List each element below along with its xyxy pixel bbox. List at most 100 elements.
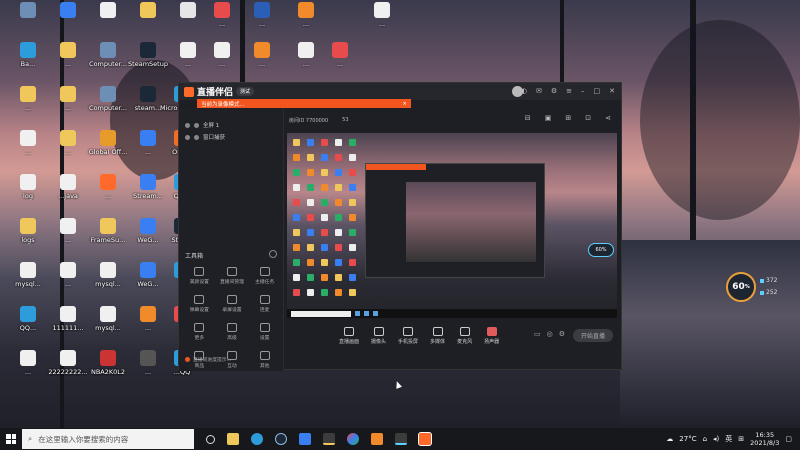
tool-item[interactable]: 录屏设置	[216, 295, 249, 313]
file-explorer-icon[interactable]	[227, 433, 239, 445]
store-icon[interactable]	[299, 433, 311, 445]
input-method-icon[interactable]: ⊞	[738, 435, 744, 443]
desktop-icon[interactable]: 22222222...	[46, 350, 90, 388]
skin-icon[interactable]: ◐	[521, 87, 527, 95]
close-icon[interactable]: ✕	[609, 87, 615, 95]
desktop-icon[interactable]: logs	[6, 218, 50, 256]
desktop-icon[interactable]: ...	[6, 350, 50, 388]
folder-icon[interactable]	[323, 433, 335, 445]
java-icon[interactable]	[395, 433, 407, 445]
gift-icon[interactable]: ⊞	[565, 114, 571, 122]
desktop-icon[interactable]	[126, 2, 170, 40]
layout-icon[interactable]: ▣	[545, 114, 552, 122]
tool-item[interactable]: 美颜设置	[183, 267, 216, 285]
desktop-icon[interactable]: ...	[6, 86, 50, 124]
notification-icon[interactable]: ▢	[785, 435, 792, 443]
share-icon[interactable]: ⋖	[605, 114, 611, 122]
desktop-icon[interactable]: SteamSetup	[126, 42, 170, 80]
task-view-icon[interactable]	[206, 434, 215, 444]
app-icon[interactable]	[347, 433, 359, 445]
lock-icon[interactable]	[194, 122, 199, 128]
network-icon[interactable]: ⌂	[703, 435, 707, 443]
tool-item[interactable]: 连麦	[248, 295, 281, 313]
volume-icon[interactable]: ◂)	[713, 435, 719, 443]
toolbox-more-icon[interactable]	[269, 250, 277, 258]
desktop-icon[interactable]: NBA2K0L2	[86, 350, 130, 388]
start-button[interactable]	[0, 428, 22, 450]
desktop-icon[interactable]: Computer...	[86, 42, 130, 80]
source-control[interactable]: 多媒体	[430, 327, 445, 345]
desktop-icon[interactable]: ...	[360, 2, 404, 40]
source-control[interactable]: 直播画面	[339, 327, 359, 345]
desktop-icon[interactable]: FrameSu...	[86, 218, 130, 256]
taskbar-search[interactable]: ⌕ 在这里输入你要搜索的内容	[22, 429, 194, 449]
live-app-icon[interactable]	[371, 433, 383, 445]
minimize-icon[interactable]: –	[581, 87, 585, 95]
desktop-icon[interactable]: ...	[46, 86, 90, 124]
tool-item[interactable]: 更多	[183, 323, 216, 341]
visibility-icon[interactable]	[185, 134, 190, 140]
notice-close-icon[interactable]: ×	[402, 101, 407, 107]
settings-icon[interactable]: ⚙	[551, 87, 557, 95]
desktop-icon[interactable]: ...	[46, 130, 90, 168]
desktop-icon[interactable]: ...	[284, 2, 328, 40]
performance-gauge[interactable]: 60% 372 252	[726, 272, 800, 302]
desktop-icon[interactable]: Computer...	[86, 86, 130, 124]
lock-icon[interactable]: ⊟	[525, 114, 531, 122]
desktop-icon[interactable]	[46, 2, 90, 40]
source-control[interactable]: 摄像头	[371, 327, 386, 345]
desktop-icon[interactable]: ...	[86, 174, 130, 212]
source-control[interactable]: 麦克风	[457, 327, 472, 345]
desktop-icon[interactable]: ...	[46, 262, 90, 300]
desktop-icon[interactable]: ...	[46, 42, 90, 80]
desktop-icon[interactable]: ...	[200, 42, 244, 80]
clock[interactable]: 16:35 2021/8/3	[750, 431, 779, 447]
desktop-icon[interactable]: Ba...	[6, 42, 50, 80]
desktop-icon[interactable]: QQ...	[6, 306, 50, 344]
language-indicator[interactable]: 英	[725, 434, 732, 444]
maximize-icon[interactable]: □	[594, 87, 601, 95]
desktop-icon[interactable]: ...	[46, 218, 90, 256]
desktop-icon[interactable]: ...java	[46, 174, 90, 212]
desktop-icon[interactable]	[86, 2, 130, 40]
message-icon[interactable]: ✉	[536, 87, 542, 95]
desktop-icon[interactable]	[6, 2, 50, 40]
desktop-icon[interactable]: mysql...	[86, 306, 130, 344]
tool-item[interactable]: 弹幕设置	[183, 295, 216, 313]
tool-item[interactable]: 设置	[248, 323, 281, 341]
scene-item[interactable]: 全屏 1	[185, 121, 219, 129]
desktop-icon[interactable]: Global Off...	[86, 130, 130, 168]
tool-item[interactable]: 其他	[248, 351, 281, 369]
desktop-icon[interactable]: ...	[318, 42, 362, 80]
desktop-icon[interactable]: mysql...	[86, 262, 130, 300]
weather-temp[interactable]: 27°C	[679, 435, 696, 443]
start-live-button[interactable]: 开始直播	[573, 329, 613, 342]
menu-icon[interactable]: ≡	[566, 87, 572, 95]
desktop-icon[interactable]: ...	[240, 42, 284, 80]
tool-item[interactable]: 高级	[216, 323, 249, 341]
bottom-notice[interactable]: 直播间进度提示...	[185, 356, 231, 363]
live-companion-icon[interactable]	[418, 432, 432, 446]
steam-icon[interactable]	[275, 433, 287, 445]
source-control[interactable]: 手机投屏	[398, 327, 418, 345]
tool-item[interactable]: 主播任务	[248, 267, 281, 285]
visibility-icon[interactable]	[185, 122, 190, 128]
edge-icon[interactable]	[251, 433, 263, 445]
weather-icon[interactable]: ☁	[666, 435, 673, 443]
desktop-icon[interactable]: mysql...	[6, 262, 50, 300]
scene-item[interactable]: 窗口捕获	[185, 133, 225, 141]
mini-performance-gauge[interactable]: 60%	[588, 243, 614, 257]
tool-item[interactable]: 直播间管理	[216, 267, 249, 285]
screenshot-icon[interactable]: ▭	[534, 330, 541, 338]
lock-icon[interactable]	[194, 134, 199, 140]
source-control[interactable]: 扬声器	[484, 327, 499, 345]
record-icon[interactable]: ◎	[547, 330, 553, 338]
desktop-icon[interactable]: log	[6, 174, 50, 212]
live-preview-canvas[interactable]	[287, 133, 617, 318]
clear-icon[interactable]: ⊡	[585, 114, 591, 122]
desktop-icon[interactable]: ...	[240, 2, 284, 40]
live-stream-app-window[interactable]: 直播伴侣 测试 ◐ ✉ ⚙ ≡ – □ ✕ 当前为录像模式... × 全屏 1 …	[178, 82, 622, 371]
desktop-icon[interactable]: ...	[6, 130, 50, 168]
desktop-icon[interactable]: 111111...	[46, 306, 90, 344]
desktop-icon[interactable]: ...	[200, 2, 244, 40]
